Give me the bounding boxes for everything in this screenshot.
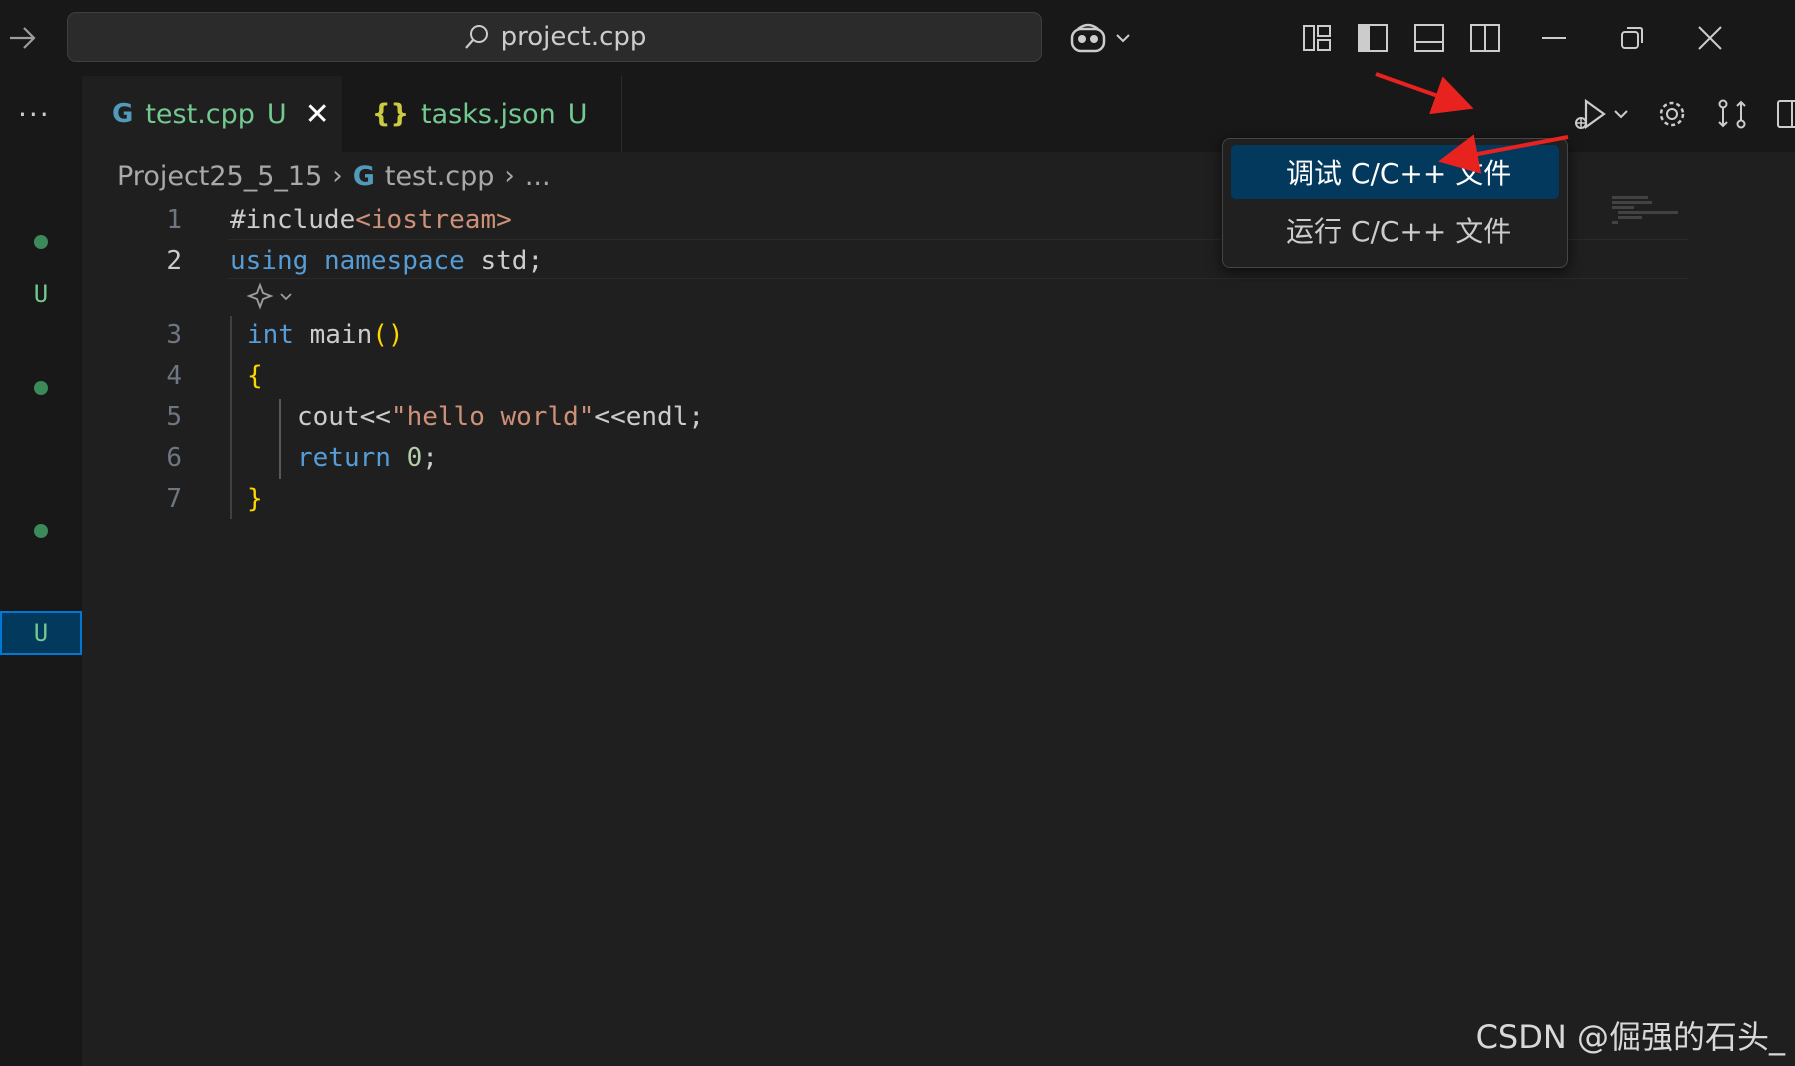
search-icon — [464, 25, 488, 49]
identifier-token: std; — [464, 246, 544, 276]
customize-layout-icon[interactable] — [1300, 21, 1334, 55]
git-status-dot — [0, 220, 82, 264]
code-line: 7 } — [82, 479, 1612, 519]
type-token: int — [247, 320, 294, 350]
line-number: 1 — [166, 205, 182, 235]
more-actions-icon[interactable]: ··· — [18, 98, 51, 131]
split-editor-icon[interactable] — [1774, 96, 1795, 132]
paren-token: () — [372, 320, 404, 350]
line-number: 5 — [166, 402, 182, 432]
back-arrow-icon[interactable] — [6, 22, 38, 54]
git-status-label: U — [567, 98, 588, 130]
menu-item-run-cpp[interactable]: 运行 C/C++ 文件 — [1231, 203, 1559, 257]
preprocessor-token: #include — [230, 205, 356, 235]
git-status-label: U — [266, 98, 287, 130]
number-token: 0 — [390, 443, 423, 473]
string-token: "hello world" — [390, 402, 595, 432]
run-debug-menu: 调试 C/C++ 文件 运行 C/C++ 文件 — [1222, 138, 1568, 268]
keyword-token: namespace — [323, 246, 465, 276]
keyword-token: using — [230, 246, 309, 276]
git-status-dot — [0, 366, 82, 410]
run-debug-icon — [1575, 98, 1606, 130]
json-file-icon: {} — [372, 99, 410, 129]
cpp-file-icon: G — [112, 99, 134, 129]
breadcrumb: Project25_5_15 › G test.cpp › ... — [117, 156, 551, 196]
chevron-right-icon: › — [504, 161, 515, 191]
chevron-down-icon — [1116, 34, 1130, 43]
breadcrumb-file[interactable]: test.cpp — [385, 161, 495, 192]
indent-guide — [279, 399, 281, 479]
watermark: CSDN @倔强的石头_ — [1475, 1018, 1785, 1056]
search-text: project.cpp — [500, 22, 647, 52]
code-line: 6 return 0; — [82, 438, 1612, 478]
run-debug-button[interactable] — [1572, 96, 1630, 132]
title-bar: project.cpp — [0, 0, 1795, 76]
close-icon[interactable] — [1696, 24, 1724, 52]
sparkle-icon — [246, 282, 274, 310]
copilot-menu-button[interactable] — [1068, 18, 1132, 58]
minimize-icon[interactable] — [1540, 24, 1568, 52]
command-center-search[interactable]: project.cpp — [67, 12, 1042, 62]
line-number: 4 — [166, 361, 182, 391]
close-tab-icon[interactable]: ✕ — [305, 97, 330, 132]
tab-test-cpp[interactable]: G test.cpp U ✕ — [82, 76, 342, 152]
gear-icon[interactable] — [1654, 96, 1690, 132]
identifier-token: cout<< — [297, 402, 391, 432]
punctuation-token: ; — [422, 443, 438, 473]
code-line: 5 cout<<"hello world"<<endl; — [82, 397, 1612, 437]
function-name-token: main — [293, 320, 373, 350]
open-changes-icon[interactable] — [1714, 96, 1750, 132]
code-line: 4 { — [82, 356, 1612, 396]
git-status-dot — [0, 509, 82, 553]
code-editor[interactable]: 1 #include<iostream> 2 using namespace s… — [82, 196, 1688, 1066]
tab-label: test.cpp — [145, 98, 255, 130]
vscode-window: project.cpp ··· U U G test.cpp U ✕ {} ta… — [0, 0, 1795, 1066]
untracked-badge: U — [33, 280, 49, 308]
line-number: 3 — [166, 320, 182, 350]
toggle-panel-icon[interactable] — [1412, 21, 1446, 55]
line-number: 7 — [166, 484, 182, 514]
line-number: 6 — [166, 443, 182, 473]
tab-label: tasks.json — [421, 98, 556, 130]
cpp-file-icon: G — [352, 160, 375, 192]
indent-guide — [230, 316, 232, 519]
keyword-token: return — [297, 443, 391, 473]
restore-icon[interactable] — [1618, 24, 1646, 52]
identifier-token: <<endl; — [594, 402, 704, 432]
copilot-icon — [1070, 23, 1106, 53]
brace-token: } — [247, 484, 263, 514]
chevron-down-icon — [280, 293, 292, 301]
include-path-token: <iostream> — [355, 205, 512, 235]
brace-token: { — [247, 361, 263, 391]
menu-item-debug-cpp[interactable]: 调试 C/C++ 文件 — [1231, 145, 1559, 199]
breadcrumb-symbol[interactable]: ... — [525, 161, 551, 192]
code-line: 3 int main() — [82, 315, 1612, 355]
copilot-codelens[interactable] — [246, 280, 294, 312]
untracked-badge-selected[interactable]: U — [0, 611, 82, 655]
breadcrumb-folder[interactable]: Project25_5_15 — [117, 161, 322, 192]
line-number: 2 — [166, 246, 182, 276]
tab-tasks-json[interactable]: {} tasks.json U — [342, 76, 622, 152]
activity-bar: ··· U U — [0, 76, 82, 1066]
chevron-right-icon: › — [332, 161, 343, 191]
toggle-secondary-sidebar-icon[interactable] — [1468, 21, 1502, 55]
toggle-primary-sidebar-icon[interactable] — [1356, 21, 1390, 55]
chevron-down-icon — [1614, 110, 1628, 119]
minimap[interactable] — [1612, 196, 1772, 256]
